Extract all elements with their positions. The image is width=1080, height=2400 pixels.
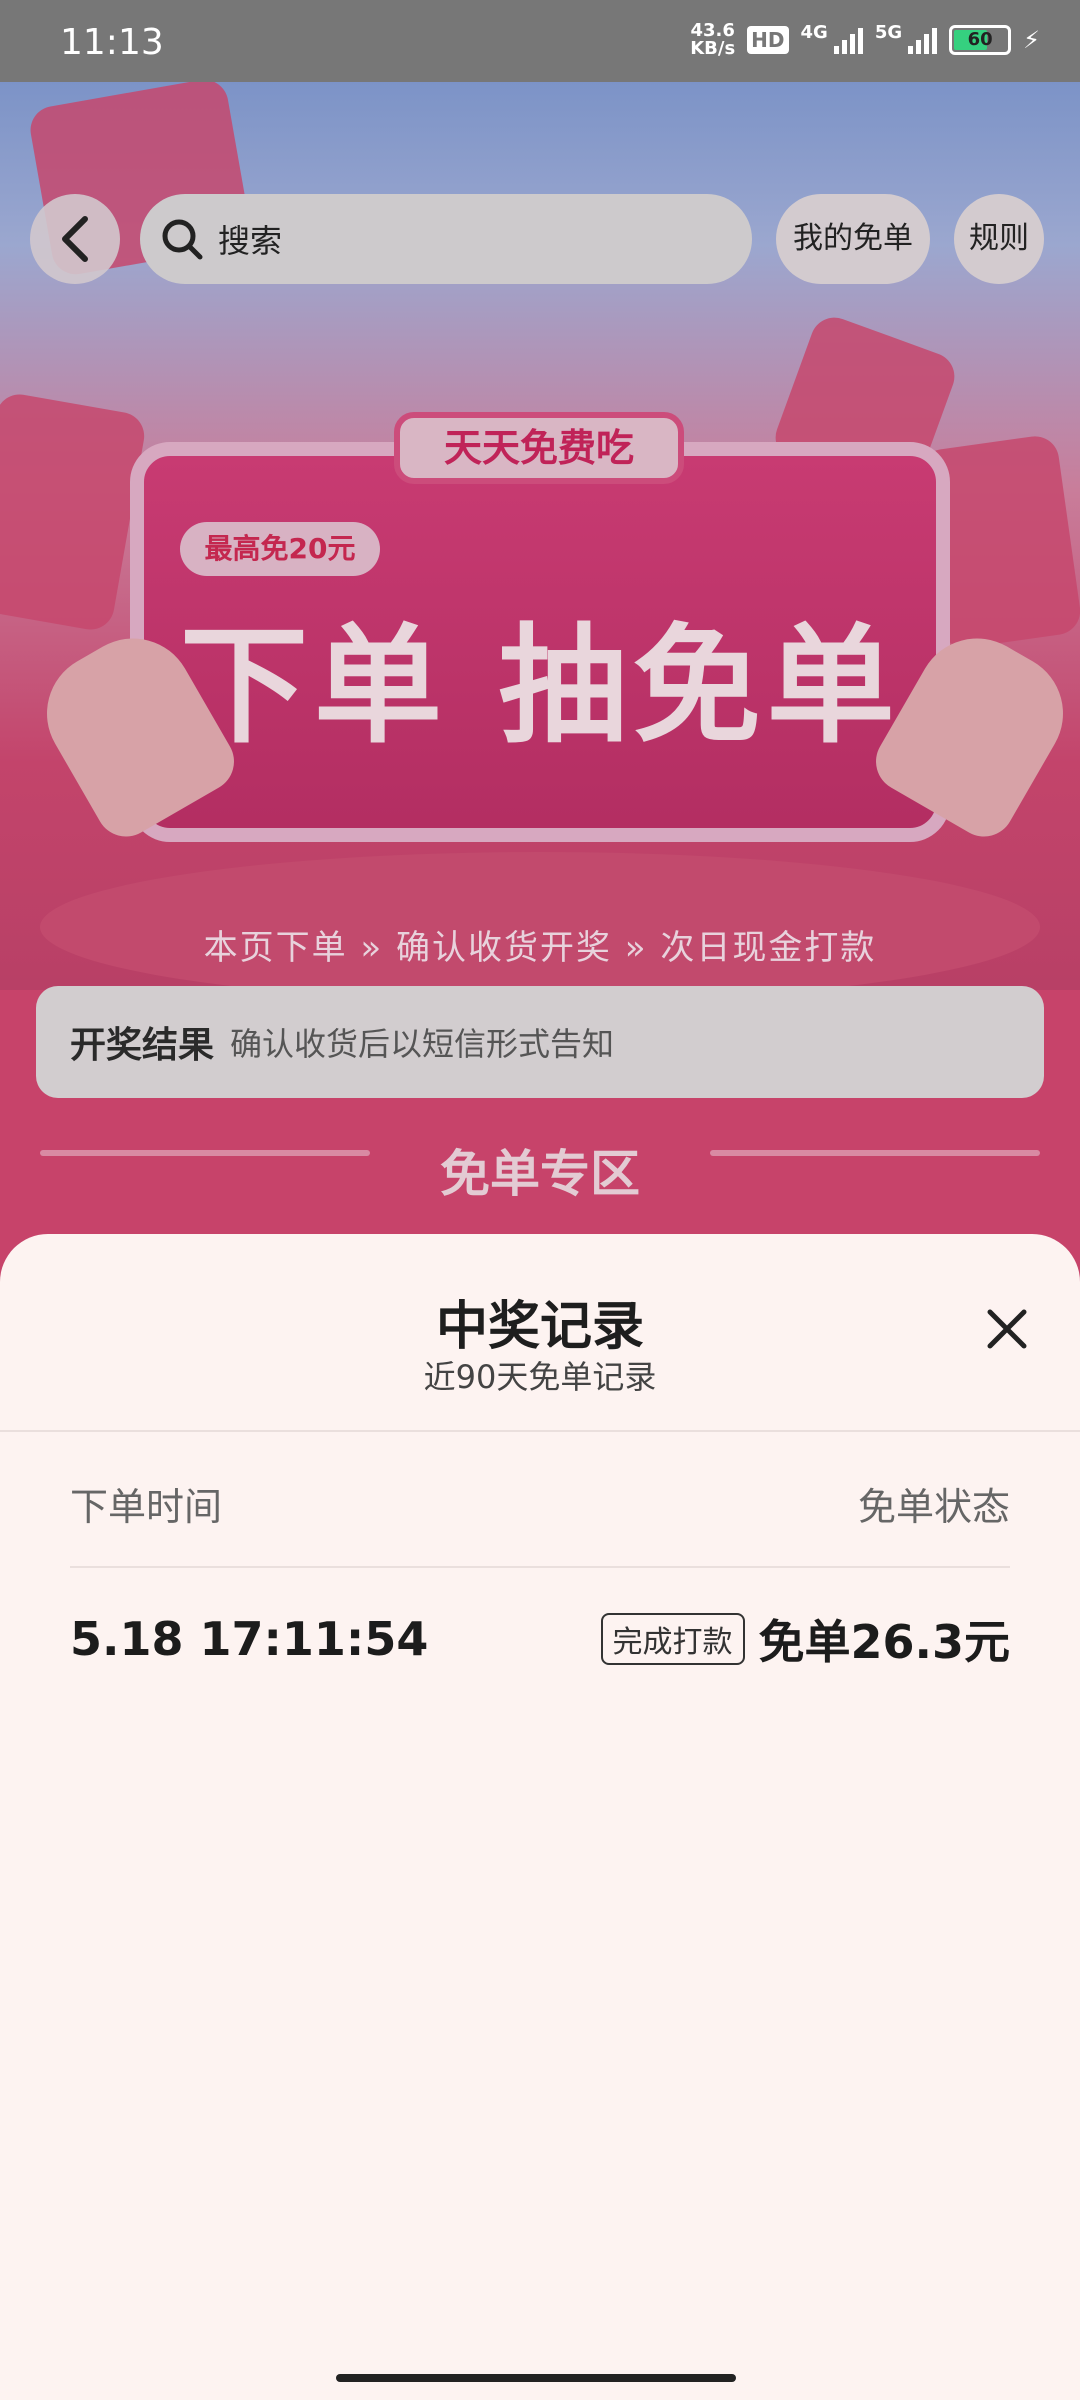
section-title: 免单专区 [440,1145,640,1203]
search-input[interactable]: 搜索 [140,194,752,284]
back-button[interactable] [30,194,120,284]
signal-icon [833,26,863,54]
search-icon [162,219,203,260]
battery-level: 60 [967,29,993,50]
winning-records-sheet: 中奖记录 近90天免单记录 下单时间 免单状态 5.18 17:11:54 完成… [0,1234,1080,2400]
home-indicator[interactable] [336,2374,736,2382]
sheet-divider [0,1430,1080,1432]
draw-result-title: 开奖结果 [70,1025,215,1066]
rules-button[interactable]: 规则 [954,194,1044,284]
network-speed: 43.6 KB/s [690,22,735,58]
signal-icon [908,26,938,54]
column-header-order-time: 下单时间 [70,1485,223,1529]
my-free-orders-button[interactable]: 我的免单 [776,194,930,284]
status-time: 11:13 [60,22,164,63]
status-badge: 完成打款 [600,1613,745,1665]
hd-icon: HD [747,26,789,54]
record-status: 完成打款 免单26.3元 [600,1606,1011,1672]
promo-tag: 天天免费吃 [394,412,684,484]
record-order-time: 5.18 17:11:54 [70,1612,429,1666]
promo-steps: 本页下单 » 确认收货开奖 » 次日现金打款 [203,928,877,968]
battery-icon: 60 [949,25,1012,55]
column-header-free-status: 免单状态 [857,1485,1010,1529]
promo-max-discount: 最高免20元 [180,522,380,576]
status-icons: 43.6 KB/s HD 4G 5G 60 ⚡ [690,22,1040,58]
promo-title: 下单 抽免单 [180,612,901,761]
draw-result-bar: 开奖结果 确认收货后以短信形式告知 [36,986,1044,1098]
chevron-left-icon [62,216,88,262]
row-divider [70,1566,1010,1568]
network-5g-label: 5G [874,22,903,43]
charging-icon: ⚡ [1023,26,1040,54]
network-speed-unit: KB/s [690,38,736,59]
close-icon[interactable] [982,1304,1032,1354]
sheet-subtitle: 近90天免单记录 [423,1358,657,1396]
record-free-amount: 免单26.3元 [758,1615,1011,1669]
network-4g-label: 4G [800,22,828,43]
status-bar: 11:13 43.6 KB/s HD 4G 5G 60 ⚡ [0,0,1080,82]
sheet-title: 中奖记录 [435,1297,644,1357]
draw-result-description: 确认收货后以短信形式告知 [230,1025,615,1063]
search-placeholder: 搜索 [218,222,283,260]
